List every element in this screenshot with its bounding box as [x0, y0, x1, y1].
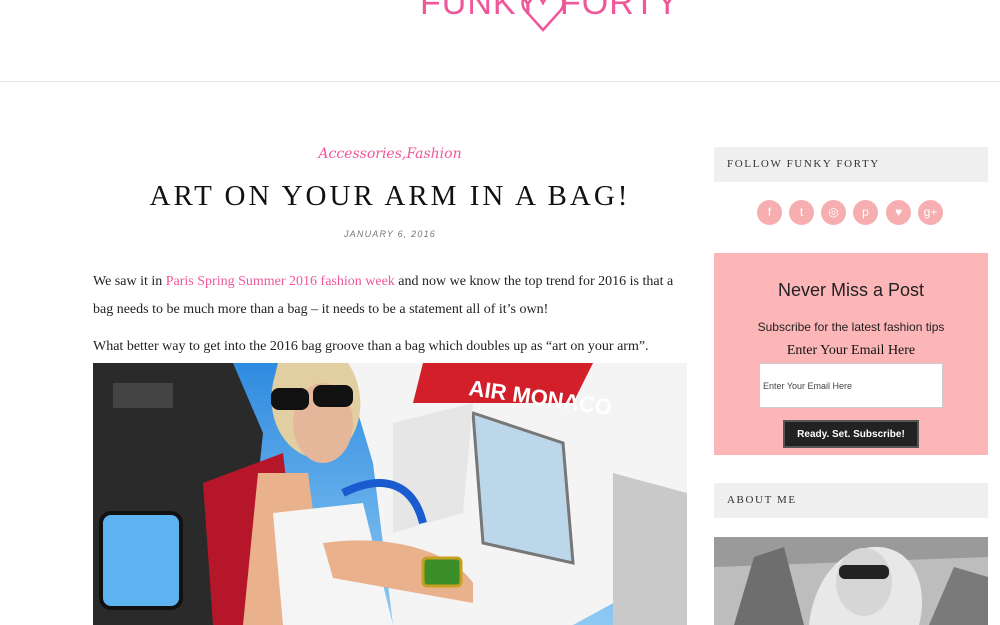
follow-widget-heading: FOLLOW FUNKY FORTY [714, 147, 988, 182]
email-label: Enter Your Email Here [786, 343, 916, 358]
post-paragraph-2: What better way to get into the 2016 bag… [93, 339, 649, 354]
google-plus-icon[interactable]: g+ [918, 200, 943, 225]
paragraph-text: We saw it in [93, 274, 166, 289]
social-icons: f t ◎ p ♥ g+ [757, 200, 957, 228]
about-me-photo[interactable] [714, 537, 988, 625]
about-widget-heading: ABOUT ME [714, 483, 988, 518]
heart-logo-icon [521, 0, 565, 32]
post-categories: Accessories,Fashion [93, 146, 687, 162]
subscribe-button[interactable]: Ready. Set. Subscribe! [783, 420, 919, 448]
subscribe-title: Never Miss a Post [777, 280, 925, 300]
post-paragraph-1: We saw it in Paris Spring Summer 2016 fa… [93, 268, 687, 324]
email-input[interactable] [759, 363, 943, 408]
twitter-icon[interactable]: t [789, 200, 814, 225]
featured-photo-illustration: AIR MONACO [93, 363, 687, 625]
instagram-icon[interactable]: ◎ [821, 200, 846, 225]
site-logo[interactable]: FUNKY FORTY [420, 0, 679, 44]
post-featured-image[interactable]: AIR MONACO [93, 363, 687, 625]
subscribe-description: Subscribe for the latest fashion tips [757, 320, 945, 334]
site-header: FUNKY FORTY [0, 0, 1000, 82]
facebook-icon[interactable]: f [757, 200, 782, 225]
subscribe-widget: Never Miss a Post Subscribe for the late… [714, 253, 988, 455]
logo-text-forty: FORTY [560, 0, 680, 22]
about-photo-illustration [714, 537, 988, 625]
post-date: JANUARY 6, 2016 [343, 229, 437, 239]
pinterest-icon[interactable]: p [853, 200, 878, 225]
paris-fashion-week-link[interactable]: Paris Spring Summer 2016 fashion week [166, 274, 395, 289]
category-link-accessories[interactable]: Accessories [318, 146, 402, 162]
category-link-fashion[interactable]: Fashion [406, 146, 461, 162]
bloglovin-heart-icon[interactable]: ♥ [886, 200, 911, 225]
post-title[interactable]: ART ON YOUR ARM IN A BAG! [93, 180, 687, 213]
